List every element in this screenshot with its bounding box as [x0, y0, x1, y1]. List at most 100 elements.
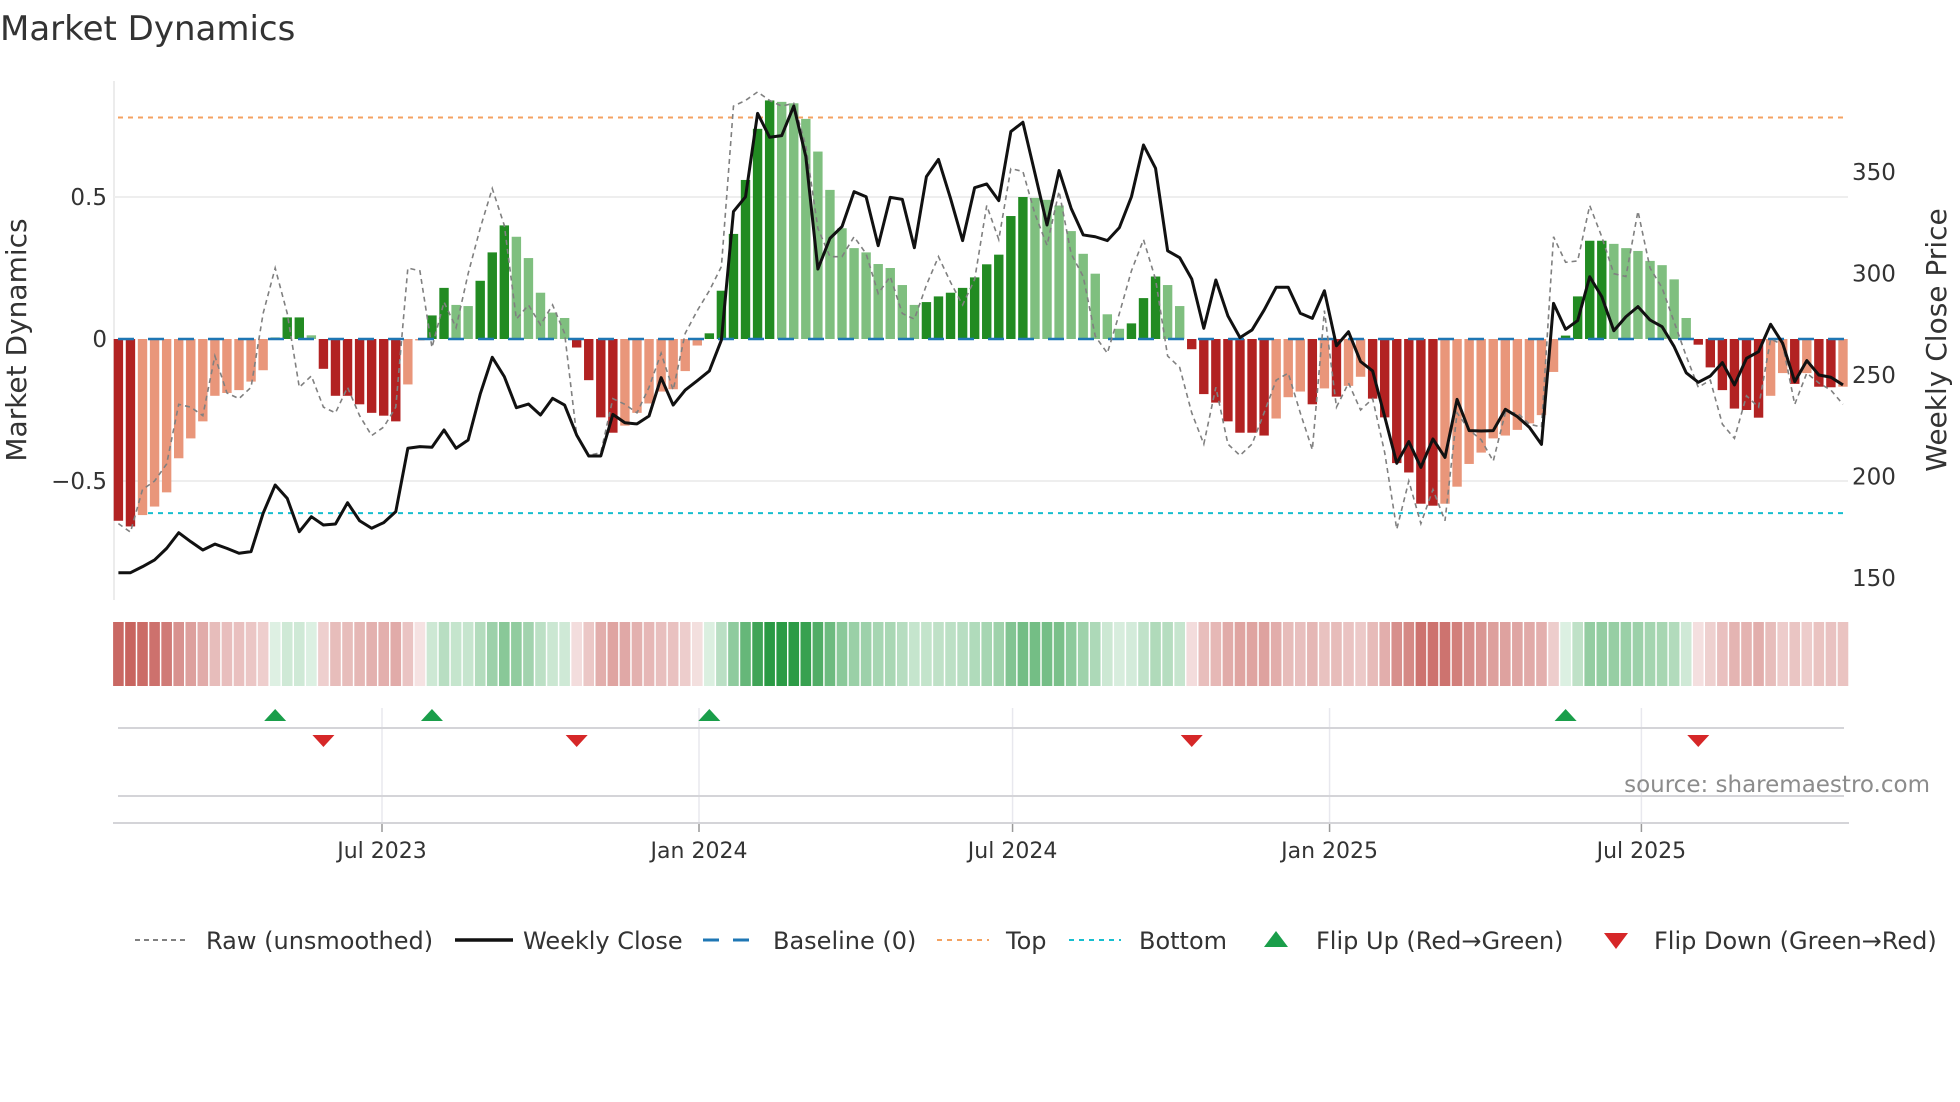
- flip-down-marker: [565, 735, 588, 747]
- bar: [1428, 339, 1438, 506]
- bar: [1440, 339, 1450, 504]
- heat-cell: [426, 622, 438, 686]
- bar: [957, 287, 968, 339]
- heat-cell: [1705, 622, 1716, 686]
- legend-label: Weekly Close: [523, 927, 683, 955]
- heat-cell: [788, 622, 800, 686]
- heat-cell: [1692, 622, 1704, 686]
- heat-cell: [824, 622, 836, 686]
- heat-cell: [1451, 622, 1463, 686]
- heat-cell: [1753, 622, 1764, 686]
- flip-up-marker: [264, 709, 287, 721]
- bar: [1018, 197, 1028, 339]
- legend-label: Flip Down (Green→Red): [1654, 927, 1937, 955]
- legend-label: Top: [1005, 927, 1047, 955]
- heat-cell: [1680, 622, 1692, 686]
- bar: [1524, 339, 1535, 424]
- bar: [945, 292, 956, 339]
- heat-cell: [909, 622, 920, 686]
- heat-cell: [1391, 622, 1403, 686]
- heat-cell: [981, 622, 993, 686]
- bar: [523, 258, 534, 339]
- right-tick-labels: 350 300 250 200 150: [1852, 160, 1896, 592]
- bar: [1295, 339, 1305, 392]
- heat-cell: [1210, 622, 1222, 686]
- heat-cell: [221, 622, 233, 686]
- bar: [1838, 339, 1848, 387]
- heat-cell: [1608, 622, 1620, 686]
- heat-cell: [1427, 622, 1439, 686]
- heat-cell: [1512, 622, 1523, 686]
- heat-cell: [233, 622, 245, 686]
- left-tick-labels: 0.5 0 −0.5: [51, 185, 107, 495]
- bar: [1138, 298, 1149, 339]
- x-axis: Jul 2023 Jan 2024 Jul 2024 Jan 2025 Jul 2025: [113, 822, 1849, 864]
- legend-item: Baseline (0): [703, 927, 916, 955]
- heat-cell: [1584, 622, 1596, 686]
- weekly-close-line: [118, 104, 1844, 575]
- heat-cell: [547, 622, 558, 686]
- heat-cell: [1294, 622, 1306, 686]
- heat-cell: [450, 622, 462, 686]
- heat-cell: [1005, 622, 1017, 686]
- bar: [1416, 339, 1426, 504]
- heat-cell: [149, 622, 160, 686]
- heat-cell: [691, 622, 703, 686]
- heat-cell: [342, 622, 353, 686]
- bar: [1645, 260, 1655, 339]
- legend-item: Bottom: [1069, 927, 1227, 955]
- heat-cell: [402, 622, 414, 686]
- heat-cell: [438, 622, 450, 686]
- legend-label: Flip Up (Red→Green): [1316, 927, 1564, 955]
- heat-cell: [921, 622, 932, 686]
- bar: [1199, 339, 1209, 395]
- bar: [1681, 317, 1691, 339]
- bar: [547, 312, 558, 339]
- bar: [535, 292, 546, 339]
- heat-cell: [269, 622, 281, 686]
- bar: [161, 339, 172, 493]
- heat-cell: [1813, 622, 1825, 686]
- bar: [740, 179, 751, 339]
- bar: [330, 339, 341, 396]
- x-tick-label: Jul 2024: [966, 839, 1058, 864]
- heat-cell: [1439, 622, 1451, 686]
- bar: [1669, 279, 1679, 339]
- heat-cell: [378, 622, 390, 686]
- heat-cell: [294, 622, 305, 686]
- bar: [1343, 339, 1354, 386]
- heat-cell: [800, 622, 812, 686]
- bar: [439, 287, 449, 339]
- heat-cell: [1644, 622, 1656, 686]
- heat-cell: [1114, 622, 1125, 686]
- heat-cell: [354, 622, 365, 686]
- legend-item: Top: [937, 927, 1047, 955]
- heat-cell: [1765, 622, 1776, 686]
- bar: [125, 339, 136, 527]
- heat-cell: [1089, 622, 1101, 686]
- heat-cell: [933, 622, 944, 686]
- legend-label: Baseline (0): [773, 927, 916, 955]
- bar: [1476, 339, 1486, 453]
- heat-cell: [619, 622, 631, 686]
- heat-cell: [1656, 622, 1668, 686]
- heat-cell: [1367, 622, 1378, 686]
- heat-cell: [1355, 622, 1366, 686]
- bar: [1464, 339, 1474, 464]
- bar: [1090, 273, 1100, 339]
- heat-cell: [523, 622, 534, 686]
- bar: [1126, 323, 1137, 339]
- heat-cell: [1825, 622, 1837, 686]
- bar: [186, 339, 196, 439]
- left-tick-label: 0.5: [70, 185, 107, 211]
- heat-strip: [113, 622, 1849, 686]
- bar: [1765, 339, 1776, 396]
- heat-cell: [740, 622, 751, 686]
- bar: [391, 339, 401, 422]
- bar: [921, 302, 932, 339]
- heat-cell: [209, 622, 221, 686]
- heat-cell: [1379, 622, 1390, 686]
- heat-cell: [655, 622, 667, 686]
- legend-label: Bottom: [1139, 927, 1227, 955]
- heat-cell: [1258, 622, 1270, 686]
